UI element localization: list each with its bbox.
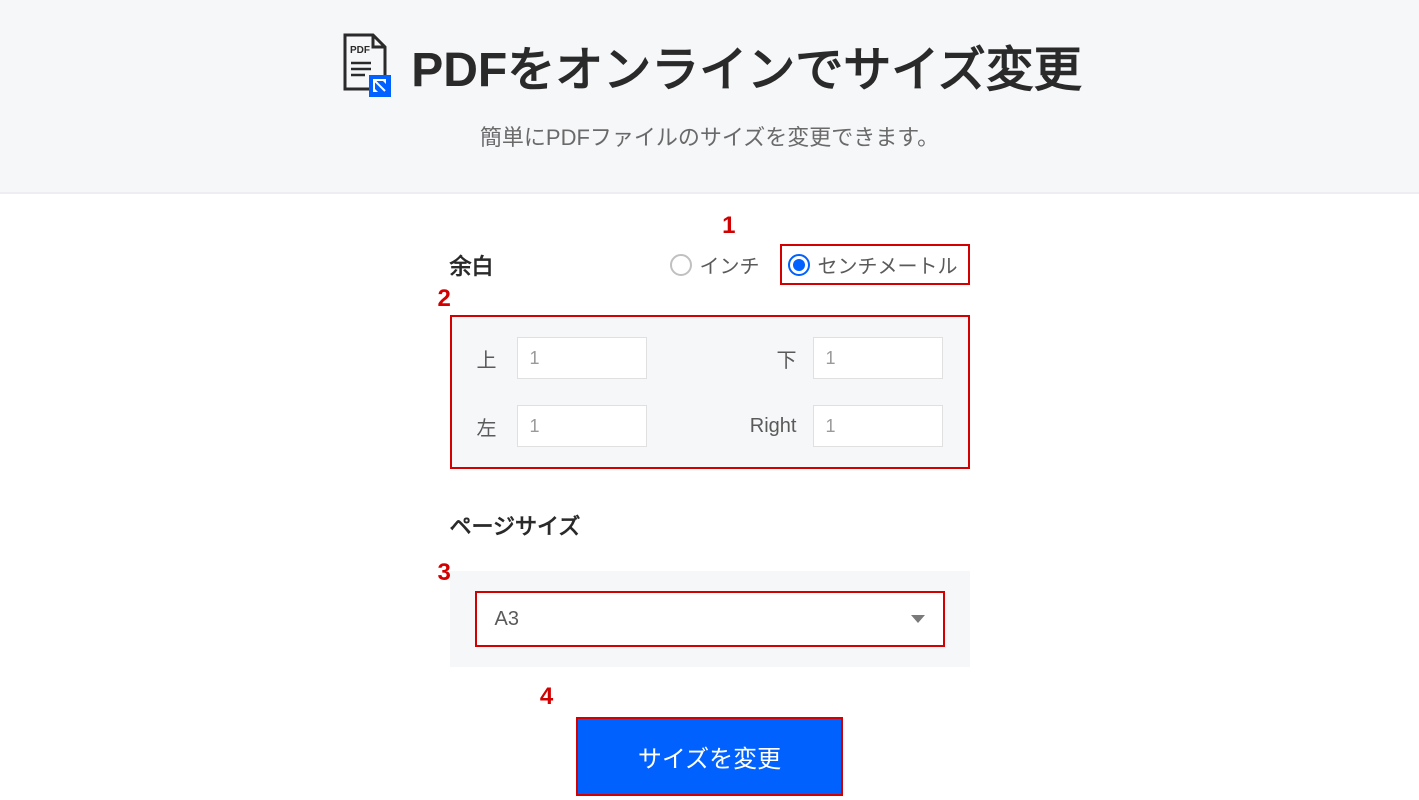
radio-inch-label: インチ xyxy=(700,250,760,279)
margin-inputs-grid: 上 下 左 Right xyxy=(450,315,970,469)
annotation-4: 4 xyxy=(540,683,553,711)
page-size-section: ページサイズ 3 A3 xyxy=(450,509,970,667)
margins-label: 余白 xyxy=(450,249,494,281)
margin-bottom-input[interactable] xyxy=(813,337,943,379)
margin-left-field: 左 xyxy=(477,405,675,447)
page-size-label: ページサイズ xyxy=(450,509,970,541)
page-size-select-container: 3 A3 xyxy=(450,571,970,667)
page-subtitle: 簡単にPDFファイルのサイズを変更できます。 xyxy=(0,120,1419,152)
margin-left-label: 左 xyxy=(477,412,501,441)
button-section: 4 サイズを変更 xyxy=(450,717,970,796)
unit-radio-group: インチ 1 センチメートル xyxy=(670,244,970,285)
margins-header-row: 余白 インチ 1 センチメートル xyxy=(450,244,970,285)
annotation-1: 1 xyxy=(722,212,735,240)
resize-button[interactable]: サイズを変更 xyxy=(576,717,843,796)
radio-dot-icon xyxy=(793,259,805,271)
margin-top-field: 上 xyxy=(477,337,675,379)
margin-right-input[interactable] xyxy=(813,405,943,447)
radio-circle-selected-icon xyxy=(788,254,810,276)
margin-top-input[interactable] xyxy=(517,337,647,379)
page-size-select[interactable]: A3 xyxy=(475,591,945,647)
margin-left-input[interactable] xyxy=(517,405,647,447)
content-area: 余白 インチ 1 センチメートル 2 上 xyxy=(430,244,990,796)
title-row: PDF PDFをオンラインでサイズ変更 xyxy=(0,30,1419,100)
margin-bottom-label: 下 xyxy=(773,344,797,373)
svg-text:PDF: PDF xyxy=(350,45,370,56)
radio-circle-icon xyxy=(670,254,692,276)
margin-bottom-field: 下 xyxy=(745,337,943,379)
page-header: PDF PDFをオンラインでサイズ変更 簡単にPDFファイルのサイズを変更できま… xyxy=(0,0,1419,194)
margins-section: 余白 インチ 1 センチメートル 2 上 xyxy=(450,244,970,469)
margin-inputs-container: 2 上 下 左 Right xyxy=(450,315,970,469)
annotation-3: 3 xyxy=(438,559,451,587)
page-size-value: A3 xyxy=(495,608,519,631)
radio-inch[interactable]: インチ xyxy=(670,250,760,279)
margin-right-label: Right xyxy=(750,415,797,438)
radio-centimeter-label: センチメートル xyxy=(818,250,958,279)
chevron-down-icon xyxy=(911,615,925,623)
margin-right-field: Right xyxy=(745,405,943,447)
page-title: PDFをオンラインでサイズ変更 xyxy=(411,30,1082,100)
annotation-2: 2 xyxy=(438,285,451,313)
margin-top-label: 上 xyxy=(477,344,501,373)
radio-centimeter[interactable]: 1 センチメートル xyxy=(780,244,970,285)
pdf-resize-icon: PDF xyxy=(337,33,393,97)
